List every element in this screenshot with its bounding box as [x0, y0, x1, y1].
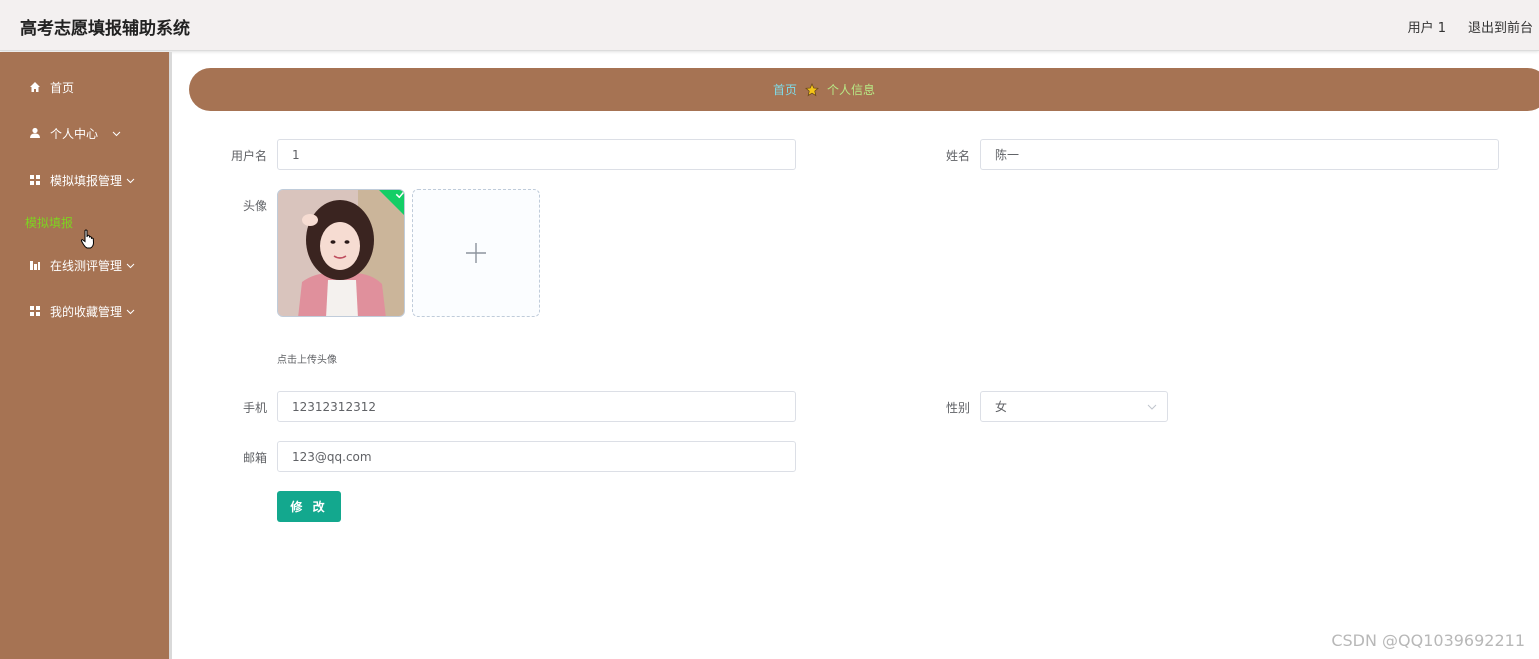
sidebar-item-mock-filling-management[interactable]: 模拟填报管理	[29, 170, 135, 190]
sidebar-item-label: 个人中心	[50, 126, 99, 141]
avatar-upload-button[interactable]	[412, 189, 540, 317]
breadcrumb-bar: 首页 个人信息	[189, 68, 1539, 111]
user-icon	[29, 127, 41, 139]
hand-cursor-icon	[80, 229, 95, 249]
sidebar-subitem-mock-filling[interactable]: 模拟填报	[25, 214, 73, 231]
sidebar-divider	[169, 52, 172, 659]
gender-select-value: 女	[995, 400, 1008, 414]
breadcrumb: 首页 个人信息	[773, 81, 875, 98]
sidebar-item-my-favorites-management[interactable]: 我的收藏管理	[29, 301, 135, 321]
breadcrumb-current: 个人信息	[827, 83, 876, 97]
avatar-label: 头像	[242, 199, 267, 213]
sidebar	[0, 52, 169, 659]
sidebar-item-personal-center[interactable]: 个人中心	[29, 123, 121, 143]
sidebar-item-label: 模拟填报管理	[50, 173, 123, 188]
chevron-down-icon	[112, 129, 121, 138]
upload-tip: 点击上传头像	[277, 355, 337, 366]
sidebar-item-home[interactable]: 首页	[29, 77, 74, 97]
home-icon	[29, 81, 41, 93]
exit-to-frontend-link[interactable]: 退出到前台	[1468, 17, 1533, 36]
grid-icon	[29, 174, 41, 186]
email-input[interactable]: 123@qq.com	[277, 441, 796, 472]
user-menu[interactable]: 用户 1	[1408, 17, 1446, 36]
chevron-down-icon	[1147, 404, 1157, 410]
sidebar-item-online-assessment-management[interactable]: 在线测评管理	[29, 255, 135, 275]
plus-icon	[466, 243, 486, 263]
modify-button[interactable]: 修 改	[277, 491, 341, 522]
star-icon	[805, 82, 819, 97]
chevron-down-icon	[126, 176, 135, 185]
gender-select[interactable]: 女	[980, 391, 1168, 422]
gender-label: 性别	[945, 401, 970, 415]
name-input[interactable]: 陈一	[980, 139, 1499, 170]
chevron-down-icon	[126, 261, 135, 270]
app-title: 高考志愿填报辅助系统	[20, 19, 190, 39]
top-right-actions: 用户 1 退出到前台	[1408, 17, 1533, 36]
chart-icon	[29, 259, 41, 271]
sidebar-item-label: 我的收藏管理	[50, 304, 123, 319]
avatar-photo	[278, 190, 404, 316]
phone-label: 手机	[242, 401, 267, 415]
chevron-down-icon	[126, 307, 135, 316]
top-bar: 高考志愿填报辅助系统 用户 1 退出到前台	[0, 0, 1539, 51]
grid-icon	[29, 305, 41, 317]
username-label: 用户名	[230, 149, 267, 163]
name-label: 姓名	[945, 149, 970, 163]
phone-input[interactable]: 12312312312	[277, 391, 796, 422]
sidebar-item-label: 首页	[50, 80, 75, 95]
breadcrumb-home-link[interactable]: 首页	[773, 81, 797, 98]
email-label: 邮箱	[242, 451, 267, 465]
check-icon	[395, 190, 404, 199]
username-input[interactable]: 1	[277, 139, 796, 170]
avatar-image[interactable]	[277, 189, 405, 317]
watermark: CSDN @QQ1039692211	[1331, 631, 1525, 650]
sidebar-item-label: 在线测评管理	[50, 258, 123, 273]
